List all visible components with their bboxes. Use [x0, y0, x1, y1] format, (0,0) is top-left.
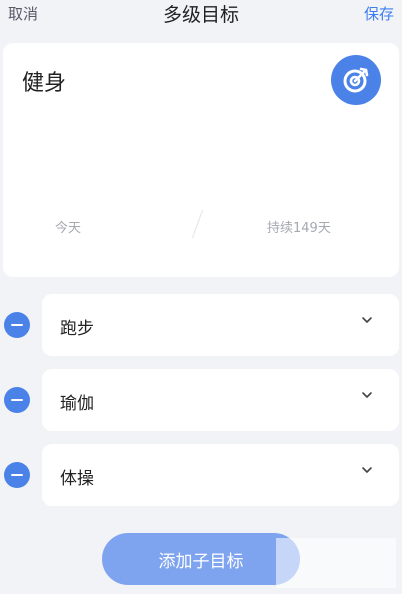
remove-icon[interactable]: [4, 312, 30, 338]
chevron-down-icon[interactable]: [361, 391, 373, 399]
goal-name: 健身: [22, 71, 67, 96]
duration-label: 持续149天: [267, 221, 331, 236]
target-icon[interactable]: [331, 55, 381, 105]
chevron-down-icon[interactable]: [361, 316, 373, 324]
sub-goal-row: 跑步: [0, 294, 402, 356]
sub-goal-row: 瑜伽: [0, 369, 402, 431]
watermark-overlay: [276, 538, 396, 588]
goal-card: 健身 今天 持续149天: [3, 43, 399, 277]
stat-divider: [191, 209, 204, 239]
sub-goal-label: 瑜伽: [60, 394, 94, 414]
remove-icon[interactable]: [4, 462, 30, 488]
sub-goal-card[interactable]: 体操: [42, 444, 399, 506]
sub-goal-card[interactable]: 跑步: [42, 294, 399, 356]
add-sub-goal-button[interactable]: 添加子目标: [102, 533, 300, 585]
remove-icon[interactable]: [4, 387, 30, 413]
sub-goal-label: 跑步: [60, 319, 94, 339]
save-button[interactable]: 保存: [364, 3, 394, 24]
today-label: 今天: [55, 221, 82, 236]
sub-goal-card[interactable]: 瑜伽: [42, 369, 399, 431]
sub-goal-label: 体操: [60, 469, 94, 489]
page-title: 多级目标: [162, 4, 239, 26]
sub-goal-row: 体操: [0, 444, 402, 506]
chevron-down-icon[interactable]: [361, 466, 373, 474]
top-nav-bar: 取消 多级目标 保存: [0, 0, 402, 32]
